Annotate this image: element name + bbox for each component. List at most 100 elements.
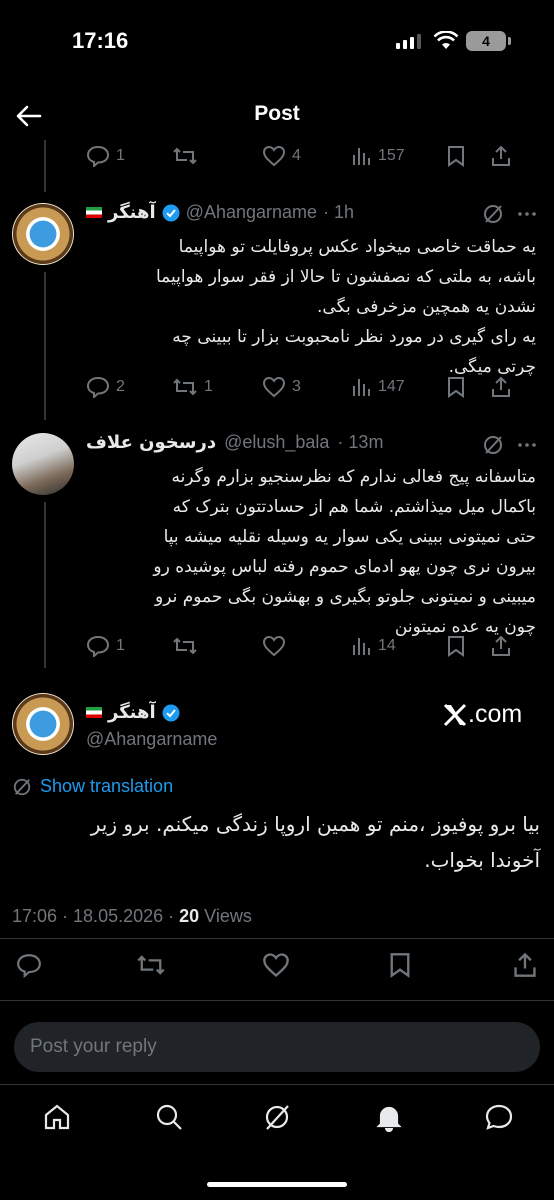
divider [0,1000,554,1001]
reply-count: 2 [116,378,125,395]
verified-icon [162,704,180,721]
flag-icon [86,207,102,218]
repost-action[interactable]: 1 [172,376,262,398]
share-icon[interactable] [512,952,538,978]
thread-line [44,140,46,192]
more-icon[interactable] [516,203,538,225]
repost-icon [173,378,197,396]
views-count: 157 [378,147,405,164]
reply1-text: یه حماقت خاصی میخواد عکس پروفایلت تو هوا… [86,232,536,382]
reply-action[interactable]: 2 [86,376,172,398]
repost-action[interactable] [172,145,262,167]
bookmark-action[interactable] [446,145,490,167]
bookmark-icon [448,377,464,398]
views-action[interactable]: 157 [350,145,446,167]
avatar[interactable] [12,693,74,755]
show-translation[interactable]: Show translation [12,776,173,797]
main-post-text: بیا برو پوفیوز ،منم تو همین اروپا زندگی … [12,806,540,878]
views-count: 147 [378,378,405,395]
author-name[interactable]: آهنگر [108,202,156,223]
parent-tweet-actions: 1 4 157 [86,141,546,171]
reply-action[interactable]: 1 [86,635,172,657]
like-count: 3 [292,378,301,395]
reply2-text: متاسفانه پیج فعالی ندارم که نظرسنجیو بزا… [86,462,536,642]
reply-count: 1 [116,147,125,164]
repost-icon[interactable] [136,952,166,978]
author-handle[interactable]: @elush_bala [224,432,329,453]
post-time: · 13m [337,432,384,452]
page-title: Post [254,102,300,125]
verified-icon [162,204,180,221]
reply2-author-row: درسخون علاف @elush_bala · 13m [86,432,506,453]
signal-icon [396,34,421,49]
bookmark-icon[interactable] [388,952,412,978]
author-name[interactable]: آهنگر [108,702,156,723]
thread-line [44,502,46,668]
share-icon [492,376,510,397]
bookmark-action[interactable] [446,376,490,398]
reply-icon [86,145,110,167]
grok-nav-icon[interactable] [262,1102,292,1132]
grok-icon [13,778,31,795]
show-translation-link[interactable]: Show translation [40,776,173,797]
text-line: باکمال میل میذاشتم. شما هم از حسادتتون ب… [172,497,536,517]
views-count: 14 [378,637,396,654]
views-action[interactable]: 14 [350,635,446,657]
like-action[interactable] [262,635,350,657]
grok-icon[interactable] [482,203,504,225]
reply-icon[interactable] [16,952,42,978]
share-action[interactable] [490,145,512,167]
views-label: Views [199,906,252,926]
share-action[interactable] [490,635,512,657]
reply-icon [86,635,110,657]
bookmark-icon [448,636,464,657]
status-bar: 17:16 4 [0,0,554,80]
main-author-row: آهنگر [86,702,180,723]
more-icon[interactable] [516,434,538,456]
repost-icon [173,637,197,655]
like-icon[interactable] [262,952,290,978]
reply2-actions: 1 14 [86,631,546,661]
author-handle[interactable]: @Ahangarname [86,729,217,750]
avatar[interactable] [12,433,74,495]
main-actions [0,948,554,982]
like-count: 4 [292,147,301,164]
text-line: بیرون نری چون یهو ادمای حموم رفته لباس پ… [153,557,536,577]
like-icon [262,145,286,167]
repost-icon [173,147,197,165]
views-icon [353,379,370,396]
notifications-icon[interactable] [374,1102,404,1132]
divider [0,938,554,939]
like-action[interactable]: 4 [262,145,350,167]
text-line: متاسفانه پیج فعالی ندارم که نظرسنجیو بزا… [171,467,536,487]
battery-tip [508,37,511,45]
reply1-actions: 2 1 3 147 [86,372,546,402]
grok-icon[interactable] [482,434,504,456]
repost-action[interactable] [172,635,262,657]
search-icon[interactable] [154,1102,184,1132]
views-total: 20 [179,906,200,926]
reply-count: 1 [116,637,125,654]
avatar[interactable] [12,203,74,265]
reply-placeholder[interactable]: Post your reply [30,1036,157,1058]
share-icon [492,635,510,656]
bookmark-action[interactable] [446,635,490,657]
repost-count: 1 [204,378,213,395]
views-icon [353,638,370,655]
x-com-brand: .com [442,700,522,729]
post-time: · 1h [323,202,355,222]
author-name[interactable]: درسخون علاف [86,432,216,453]
author-handle[interactable]: @Ahangarname [186,202,317,223]
home-icon[interactable] [42,1102,72,1132]
text-line: حتی نمیتونی ببینی یکی سوار یه وسیله نقلی… [163,527,536,547]
messages-icon[interactable] [484,1102,514,1132]
reply-icon [86,376,110,398]
text-line: یه حماقت خاصی میخواد عکس پروفایلت تو هوا… [178,237,536,257]
share-action[interactable] [490,376,512,398]
views-action[interactable]: 147 [350,376,446,398]
text-line: میبینی و نمیتونی جلوتو بگیری و بهشون بگی… [155,587,536,607]
text-line: باشه، به ملتی که نصفشون تا حالا از فقر س… [155,267,536,287]
thread-line [44,272,46,420]
like-action[interactable]: 3 [262,376,350,398]
reply-action[interactable]: 1 [86,145,172,167]
